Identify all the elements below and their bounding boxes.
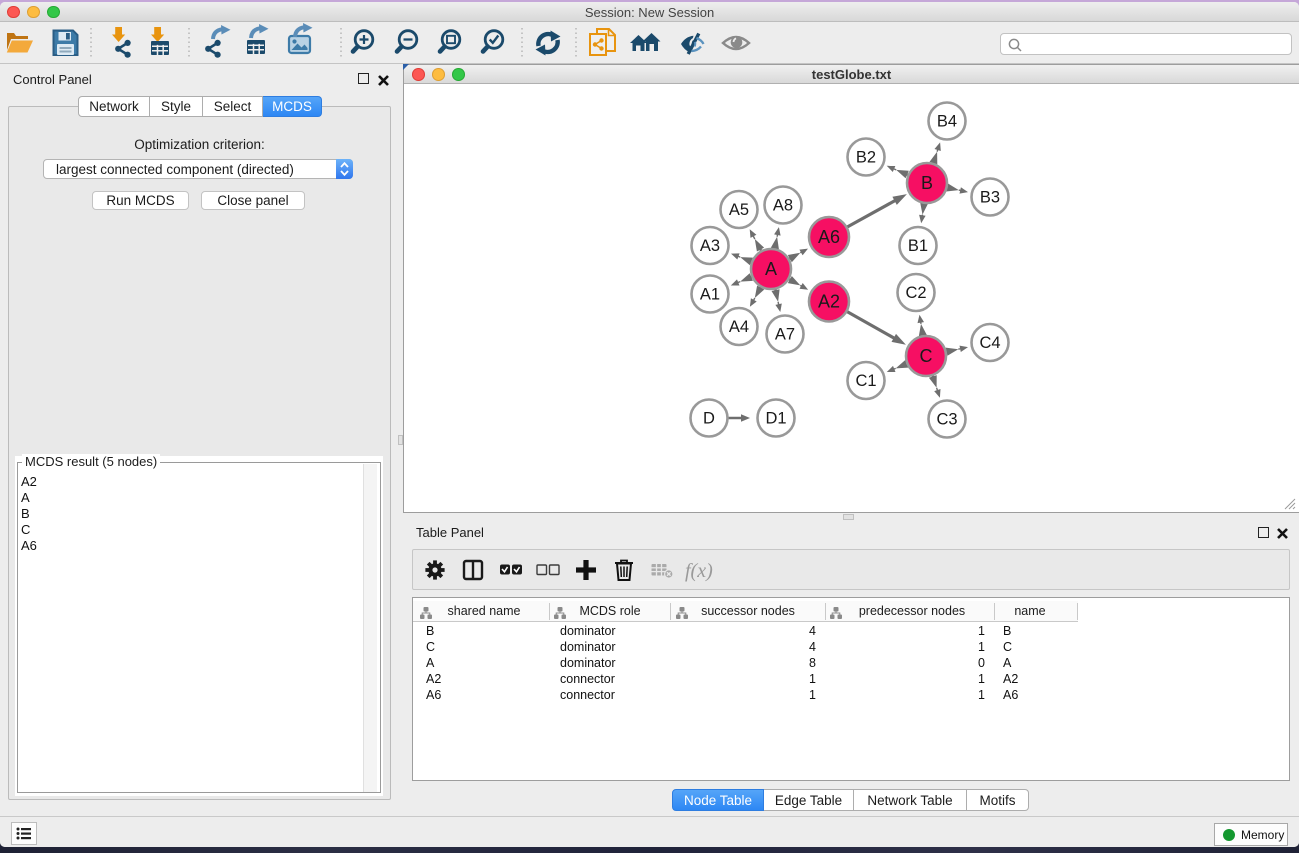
svg-text:1: 1 (978, 624, 985, 638)
svg-text:connector: connector (560, 688, 615, 702)
svg-text:A5: A5 (729, 201, 749, 219)
svg-text:predecessor nodes: predecessor nodes (859, 604, 965, 618)
svg-text:C: C (1003, 640, 1012, 654)
svg-text:connector: connector (560, 672, 615, 686)
svg-text:B: B (426, 624, 434, 638)
svg-text:4: 4 (809, 624, 816, 638)
svg-text:MCDS role: MCDS role (579, 604, 640, 618)
svg-text:C: C (920, 346, 933, 366)
svg-text:1: 1 (809, 672, 816, 686)
svg-text:C4: C4 (979, 334, 1000, 352)
svg-text:A4: A4 (729, 318, 749, 336)
svg-text:dominator: dominator (560, 640, 616, 654)
svg-text:8: 8 (809, 656, 816, 670)
svg-text:A2: A2 (426, 672, 441, 686)
svg-text:C1: C1 (855, 372, 876, 390)
svg-text:1: 1 (978, 688, 985, 702)
svg-text:f(x): f(x) (685, 560, 713, 582)
svg-text:dominator: dominator (560, 624, 616, 638)
svg-text:shared name: shared name (448, 604, 521, 618)
svg-text:C3: C3 (936, 411, 957, 429)
svg-text:A: A (426, 656, 435, 670)
svg-text:B3: B3 (980, 189, 1000, 207)
svg-text:A3: A3 (700, 237, 720, 255)
svg-text:A8: A8 (773, 197, 793, 215)
svg-text:A1: A1 (700, 286, 720, 304)
svg-text:A6: A6 (818, 227, 840, 247)
svg-text:0: 0 (978, 656, 985, 670)
svg-text:1: 1 (978, 640, 985, 654)
svg-text:successor nodes: successor nodes (701, 604, 795, 618)
svg-text:B1: B1 (908, 237, 928, 255)
svg-text:C2: C2 (905, 284, 926, 302)
svg-text:A: A (1003, 656, 1012, 670)
svg-text:A7: A7 (775, 326, 795, 344)
svg-text:B2: B2 (856, 149, 876, 167)
svg-text:1: 1 (978, 672, 985, 686)
svg-text:A: A (765, 259, 777, 279)
svg-text:B: B (1003, 624, 1011, 638)
svg-text:B: B (921, 173, 933, 193)
svg-text:A2: A2 (1003, 672, 1018, 686)
svg-text:name: name (1014, 604, 1045, 618)
svg-text:B4: B4 (937, 113, 957, 131)
svg-text:D: D (703, 410, 715, 428)
svg-text:A2: A2 (818, 292, 840, 312)
svg-text:4: 4 (809, 640, 816, 654)
svg-text:A6: A6 (1003, 688, 1018, 702)
svg-text:1: 1 (809, 688, 816, 702)
svg-text:D1: D1 (765, 410, 786, 428)
svg-text:dominator: dominator (560, 656, 616, 670)
svg-text:A6: A6 (426, 688, 441, 702)
svg-text:C: C (426, 640, 435, 654)
